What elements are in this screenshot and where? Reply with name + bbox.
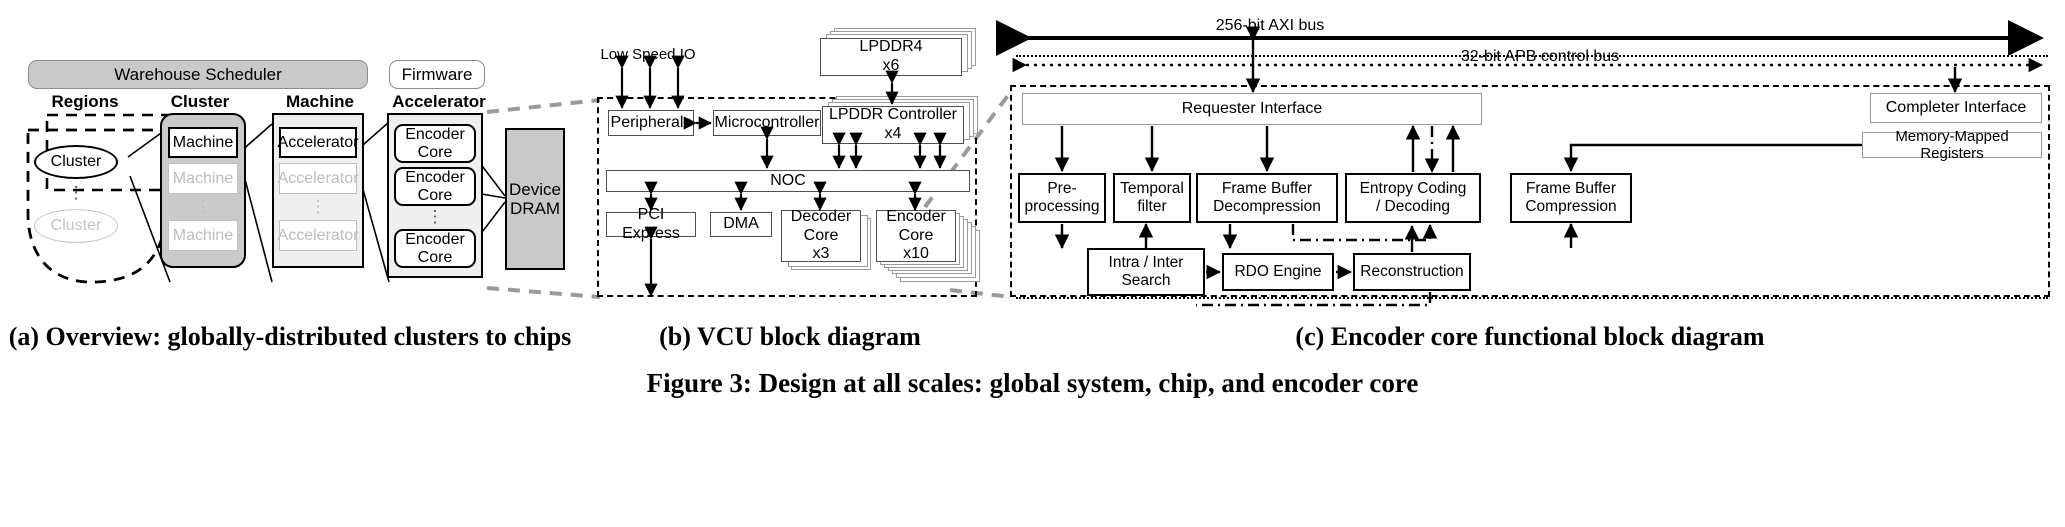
- completer-interface-box: Completer Interface: [1870, 93, 2042, 123]
- encoder-core-count: x10: [903, 245, 929, 263]
- encoder-core-line2: Core: [898, 226, 934, 244]
- low-speed-io-label: Low Speed IO: [600, 46, 696, 64]
- cluster-machine-second: Machine: [168, 163, 238, 194]
- preprocessing-box: Pre- processing: [1018, 173, 1106, 223]
- intra-inter-line1: Intra / Inter: [1108, 254, 1184, 272]
- column-header-cluster: Cluster: [170, 92, 230, 112]
- dma-box: DMA: [710, 212, 772, 237]
- encoder-core-label-line2: Core: [417, 143, 453, 161]
- requester-interface-box: Requester Interface: [1022, 93, 1482, 125]
- device-dram-line2: DRAM: [509, 199, 561, 218]
- machine-accelerator-second: Accelerator: [278, 163, 358, 194]
- fb-decompression-line2: Decompression: [1213, 198, 1321, 215]
- subcaption-b: (b) VCU block diagram: [659, 322, 921, 351]
- temporal-filter-line1: Temporal: [1120, 180, 1184, 198]
- lpddr4-card: LPDDR4 x6: [820, 28, 976, 80]
- decoder-core-count: x3: [812, 245, 830, 263]
- axi-bus-label: 256-bit AXI bus: [1215, 16, 1325, 34]
- machine-vertical-dots: ⋮: [309, 197, 327, 216]
- figure-root: Warehouse Scheduler Firmware Regions Clu…: [0, 0, 2065, 527]
- lpddr-controller-name: LPDDR Controller: [828, 106, 958, 124]
- decoder-core-line1: Decoder: [790, 207, 852, 225]
- subcaption-a: (a) Overview: globally-distributed clust…: [8, 322, 572, 351]
- encoder-core-label-line2: Core: [417, 186, 453, 204]
- column-header-machine: Machine: [285, 92, 355, 112]
- intra-inter-line2: Search: [1121, 272, 1171, 289]
- cluster-machine-primary: Machine: [168, 127, 238, 158]
- cluster-machine-last: Machine: [168, 220, 238, 251]
- intra-inter-search-box: Intra / Inter Search: [1087, 248, 1205, 296]
- lpddr-controller-box: LPDDR Controller x4: [822, 106, 964, 144]
- lpddr-controller-count: x4: [884, 125, 902, 142]
- temporal-filter-line2: filter: [1137, 198, 1167, 215]
- frame-buffer-compression-box: Frame Buffer Compression: [1510, 173, 1632, 223]
- lpddr4-name: LPDDR4: [859, 38, 923, 56]
- encoder-core-box: Encoder Core x10: [876, 207, 956, 263]
- microcontroller-box: Microcontroller: [713, 110, 821, 136]
- encoder-core-label-line1: Encoder: [405, 230, 465, 248]
- region-cluster-faded: Cluster: [34, 209, 118, 243]
- rdo-engine-box: RDO Engine: [1222, 253, 1334, 291]
- encoder-core-label-line1: Encoder: [405, 168, 465, 186]
- memory-mapped-registers-box: Memory-Mapped Registers: [1862, 128, 2042, 162]
- encoder-core-line1: Encoder: [886, 207, 946, 225]
- preprocessing-line1: Pre-: [1047, 180, 1077, 198]
- lpddr4-count: x6: [882, 57, 900, 74]
- region-cluster-primary: Cluster: [34, 145, 118, 179]
- machine-accelerator-last: Accelerator: [278, 220, 358, 251]
- region-vertical-dots: ⋮: [67, 183, 85, 202]
- subcaption-c: (c) Encoder core functional block diagra…: [1295, 322, 1765, 351]
- encoder-core-label-line1: Encoder: [405, 125, 465, 143]
- figure-caption: Figure 3: Design at all scales: global s…: [646, 368, 1419, 398]
- fb-compression-line1: Frame Buffer: [1525, 180, 1617, 198]
- lpddr4-box: LPDDR4 x6: [820, 38, 962, 76]
- encoder-core-label-line2: Core: [417, 248, 453, 266]
- accelerator-encoder-core-second: Encoder Core: [394, 167, 476, 206]
- decoder-core-box: Decoder Core x3: [781, 207, 861, 263]
- frame-buffer-decompression-box: Frame Buffer Decompression: [1196, 173, 1338, 223]
- device-dram-box: Device DRAM: [505, 128, 565, 270]
- peripherals-box: Peripherals: [608, 110, 694, 136]
- machine-accelerator-primary: Accelerator: [278, 127, 358, 158]
- entropy-line2: / Decoding: [1375, 198, 1451, 215]
- accelerator-encoder-core-last: Encoder Core: [394, 229, 476, 268]
- temporal-filter-box: Temporal filter: [1113, 173, 1191, 223]
- firmware-box: Firmware: [389, 60, 485, 89]
- decoder-core-card: Decoder Core x3: [781, 207, 873, 274]
- fb-decompression-line1: Frame Buffer: [1221, 180, 1313, 198]
- cluster-vertical-dots: ⋮: [194, 197, 212, 216]
- column-header-accelerator: Accelerator: [392, 92, 486, 112]
- accelerator-encoder-core-primary: Encoder Core: [394, 124, 476, 163]
- decoder-core-line2: Core: [803, 226, 839, 244]
- preprocessing-line2: processing: [1024, 198, 1100, 215]
- pci-express-box: PCI Express: [606, 206, 696, 242]
- apb-bus-label: 32-bit APB control bus: [1460, 47, 1620, 65]
- accelerator-vertical-dots: ⋮: [426, 207, 444, 226]
- entropy-line1: Entropy Coding: [1359, 180, 1467, 198]
- reconstruction-box: Reconstruction: [1353, 253, 1471, 291]
- fb-compression-line2: Compression: [1525, 198, 1617, 215]
- device-dram-line1: Device: [509, 179, 561, 199]
- column-header-regions: Regions: [51, 92, 119, 112]
- entropy-coding-decoding-box: Entropy Coding / Decoding: [1345, 173, 1481, 223]
- lpddr-controller-card: LPDDR Controller x4: [822, 96, 978, 148]
- encoder-core-card: Encoder Core x10: [876, 207, 986, 290]
- warehouse-scheduler-box: Warehouse Scheduler: [28, 60, 368, 89]
- noc-box: NOC: [606, 170, 970, 192]
